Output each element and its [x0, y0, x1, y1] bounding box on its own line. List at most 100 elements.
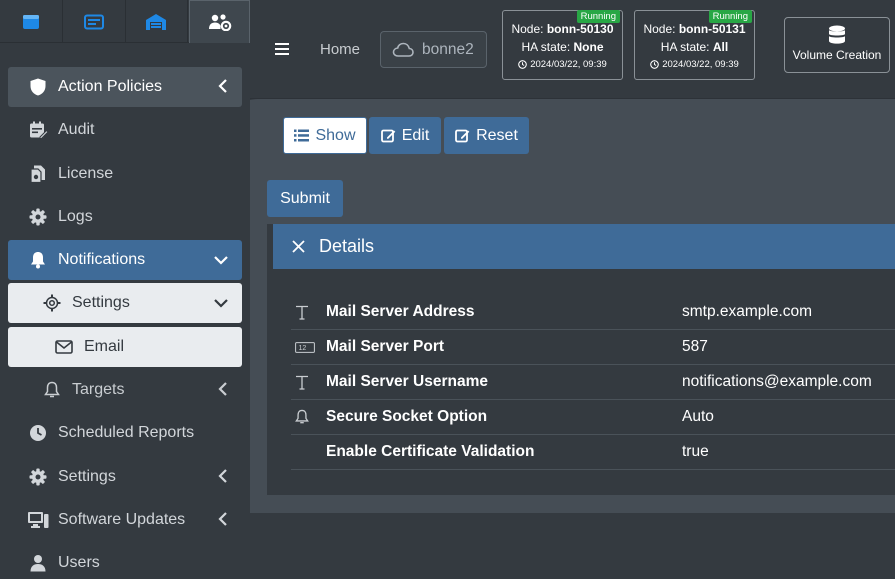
sidebar-item-license[interactable]: License [8, 154, 242, 194]
sidebar-item-notification-settings[interactable]: Settings [8, 283, 242, 324]
cluster-name: bonne2 [422, 40, 474, 58]
bell-icon [31, 252, 45, 269]
detail-value: true [682, 443, 709, 460]
id-card-icon [83, 14, 104, 29]
sidebar-item-label: Scheduled Reports [58, 424, 195, 442]
edit-icon [380, 129, 396, 143]
chevron-down-icon [214, 299, 228, 309]
details-card: Details Mail Server Address smtp.example… [267, 224, 895, 495]
user-icon [30, 555, 46, 572]
node-status-card[interactable]: Running Node: bonn-50131 HA state: All 2… [634, 10, 755, 80]
window-icon [22, 14, 39, 29]
sidebar-item-scheduled-reports[interactable]: Scheduled Reports [8, 413, 242, 453]
show-button[interactable]: Show [283, 117, 367, 154]
submit-button[interactable]: Submit [267, 180, 343, 217]
tab-window[interactable] [0, 0, 63, 43]
shield-icon [30, 78, 46, 96]
volume-creation-button[interactable]: Volume Creation [784, 17, 890, 73]
users-gear-icon [208, 14, 231, 31]
status-badge: Running [708, 10, 752, 23]
gear-outline-icon [43, 294, 61, 312]
sidebar-item-label: Users [58, 554, 100, 572]
close-icon[interactable] [292, 240, 305, 253]
volume-creation-label: Volume Creation [792, 48, 882, 62]
detail-value: notifications@example.com [682, 373, 872, 390]
home-link[interactable]: Home [320, 41, 360, 58]
node-prefix: Node: [511, 22, 544, 36]
sidebar-item-label: Software Updates [58, 510, 186, 528]
sidebar-item-email[interactable]: Email [8, 326, 242, 367]
node-name: bonn-50130 [546, 22, 614, 36]
gear-icon [29, 468, 47, 486]
sidebar-item-label: Action Policies [58, 78, 163, 95]
detail-row: Enable Certificate Validation true [291, 435, 895, 470]
detail-row: 12 Mail Server Port 587 [291, 330, 895, 365]
clock-icon [650, 60, 660, 69]
gear-icon [29, 208, 47, 226]
node-name: bonn-50131 [678, 22, 746, 36]
sidebar-nav: Action Policies Audit License Logs Notif… [8, 67, 242, 579]
sidebar-item-label: Email [84, 337, 125, 355]
node-time: 2024/03/22, 09:39 [662, 59, 739, 70]
sidebar-item-software-updates[interactable]: Software Updates [8, 500, 242, 540]
details-header[interactable]: Details [273, 224, 895, 269]
sidebar-item-logs[interactable]: Logs [8, 197, 242, 237]
details-list: Mail Server Address smtp.example.com 12 … [291, 295, 895, 470]
detail-value: smtp.example.com [682, 303, 813, 320]
edit-label: Edit [401, 126, 430, 144]
clock-icon [30, 425, 46, 442]
show-label: Show [315, 126, 356, 144]
cluster-selector[interactable]: bonne2 [380, 31, 487, 68]
text-icon [296, 375, 308, 390]
sidebar: Action Policies Audit License Logs Notif… [0, 0, 251, 579]
details-title: Details [319, 236, 375, 256]
detail-row: Secure Socket Option Auto [291, 400, 895, 435]
tab-card[interactable] [63, 0, 126, 43]
edit-button[interactable]: Edit [369, 117, 441, 154]
detail-row: Mail Server Username notifications@examp… [291, 365, 895, 400]
node-status-card[interactable]: Running Node: bonn-50130 HA state: None … [502, 10, 623, 80]
bell-outline-icon [295, 409, 309, 424]
content-footer-area [250, 513, 895, 579]
reset-button[interactable]: Reset [444, 117, 529, 154]
sidebar-item-users[interactable]: Users [8, 543, 242, 579]
number-icon: 12 [295, 341, 315, 353]
detail-label: Mail Server Username [326, 373, 488, 390]
sidebar-item-label: Logs [58, 207, 93, 225]
sidebar-item-label: License [58, 164, 114, 182]
hamburger-menu-icon[interactable] [275, 42, 289, 56]
text-icon [296, 305, 308, 320]
detail-label: Mail Server Address [326, 303, 475, 320]
warehouse-icon [146, 13, 167, 30]
detail-label: Enable Certificate Validation [326, 443, 535, 460]
sidebar-item-label: Notifications [58, 251, 146, 269]
detail-value: 587 [682, 338, 708, 355]
cloud-icon [392, 42, 414, 57]
chevron-left-icon [218, 512, 227, 526]
status-badge: Running [576, 10, 620, 23]
sidebar-item-settings[interactable]: Settings [8, 457, 242, 497]
reset-label: Reset [476, 126, 518, 144]
ha-state: None [573, 40, 604, 54]
node-prefix: Node: [643, 22, 676, 36]
tab-warehouse[interactable] [126, 0, 189, 43]
desktop-icon [28, 511, 49, 528]
sidebar-item-label: Settings [72, 294, 130, 312]
ha-prefix: HA state: [521, 40, 571, 54]
file-icon [30, 165, 45, 183]
clock-icon [518, 60, 528, 69]
ha-prefix: HA state: [660, 40, 710, 54]
list-icon [294, 129, 310, 142]
node-time: 2024/03/22, 09:39 [530, 59, 607, 70]
sidebar-item-audit[interactable]: Audit [8, 110, 242, 150]
detail-label: Secure Socket Option [326, 408, 488, 425]
calendar-edit-icon [29, 121, 48, 140]
chevron-left-icon [218, 468, 227, 483]
sidebar-item-action-policies[interactable]: Action Policies [8, 67, 242, 107]
sidebar-item-notifications[interactable]: Notifications [8, 240, 242, 281]
detail-row: Mail Server Address smtp.example.com [291, 295, 895, 330]
tab-users-settings[interactable] [189, 0, 251, 43]
sidebar-item-label: Audit [58, 121, 95, 139]
detail-value: Auto [682, 408, 714, 425]
sidebar-item-targets[interactable]: Targets [8, 370, 242, 410]
